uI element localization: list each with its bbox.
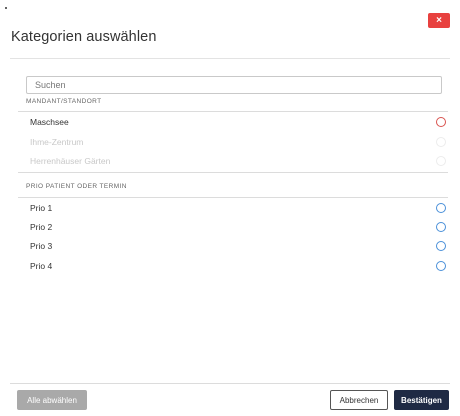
option-label: Prio 3	[30, 241, 53, 251]
dialog-title: Kategorien auswählen	[11, 29, 157, 45]
radio-icon[interactable]	[436, 117, 446, 127]
option-maschsee[interactable]: Maschsee	[18, 113, 446, 131]
header-divider	[10, 58, 450, 59]
section-divider	[18, 197, 448, 198]
section-heading-mandant: MANDANT/STANDORT	[26, 98, 102, 105]
radio-icon[interactable]	[436, 241, 446, 251]
option-label: Herrenhäuser Gärten	[30, 156, 111, 166]
category-dialog: × Kategorien auswählen MANDANT/STANDORT …	[0, 0, 460, 416]
option-prio-2[interactable]: Prio 2	[18, 218, 446, 236]
radio-icon[interactable]	[436, 203, 446, 213]
option-herrenhaeuser-gaerten: Herrenhäuser Gärten	[18, 152, 446, 170]
radio-icon	[436, 156, 446, 166]
option-label: Ihme-Zentrum	[30, 137, 84, 147]
confirm-button[interactable]: Bestätigen	[394, 390, 449, 410]
section-divider	[18, 172, 448, 173]
radio-icon	[436, 137, 446, 147]
option-prio-4[interactable]: Prio 4	[18, 257, 446, 275]
search-input[interactable]	[26, 76, 442, 94]
radio-icon[interactable]	[436, 222, 446, 232]
radio-icon[interactable]	[436, 261, 446, 271]
clear-all-button[interactable]: Alle abwählen	[17, 390, 87, 410]
section-divider	[18, 111, 448, 112]
cancel-button[interactable]: Abbrechen	[330, 390, 388, 410]
footer-divider	[10, 383, 450, 384]
option-prio-3[interactable]: Prio 3	[18, 237, 446, 255]
section-heading-prio: PRIO PATIENT ODER TERMIN	[26, 183, 127, 190]
option-ihme-zentrum: Ihme-Zentrum	[18, 133, 446, 151]
option-label: Prio 2	[30, 222, 53, 232]
option-prio-1[interactable]: Prio 1	[18, 199, 446, 217]
option-label: Prio 1	[30, 203, 53, 213]
option-label: Prio 4	[30, 261, 53, 271]
option-label: Maschsee	[30, 117, 69, 127]
close-button[interactable]: ×	[428, 13, 450, 28]
close-icon: ×	[436, 14, 442, 26]
